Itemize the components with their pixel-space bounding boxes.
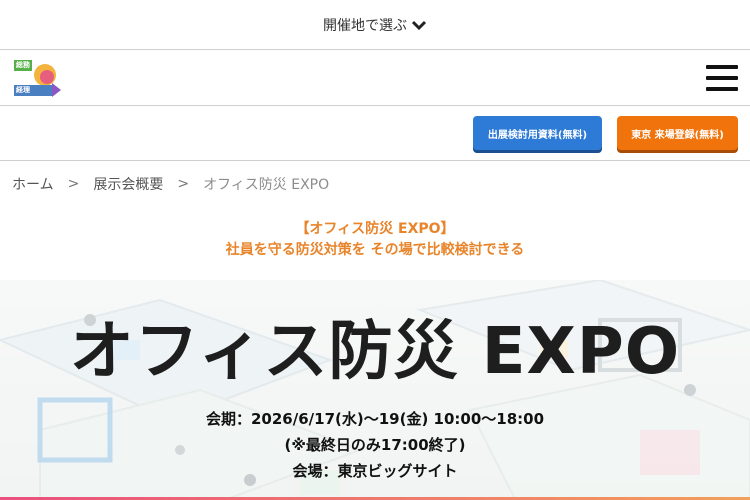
event-info: 会期：2026/6/17(水)～19(金) 10:00～18:00 (※最終日の… (0, 406, 750, 484)
logo-circle-accent (40, 69, 54, 84)
hamburger-menu-icon[interactable] (706, 64, 738, 91)
breadcrumb-separator: > (67, 176, 80, 192)
site-logo[interactable]: 総務 経理Week (14, 58, 64, 105)
event-period: 会期：2026/6/17(水)～19(金) 10:00～18:00 (205, 410, 545, 428)
venue-selector-label: 開催地で選ぶ (323, 17, 407, 34)
event-venue: 会場：東京ビッグサイト (292, 462, 458, 480)
cta-bar: 出展検討用資料(無料) 東京 来場登録(無料) (0, 106, 750, 161)
breadcrumb: ホーム > 展示会概要 > オフィス防災 EXPO (0, 161, 750, 207)
hero-title: オフィス防災 EXPO (69, 315, 681, 389)
request-materials-button[interactable]: 出展検討用資料(無料) (473, 116, 602, 150)
site-header: 総務 経理Week (0, 50, 750, 106)
event-note: (※最終日のみ17:00終了) (284, 436, 466, 454)
chevron-down-icon (411, 20, 427, 30)
hero-banner: オフィス防災 EXPO 会期：2026/6/17(水)～19(金) 10:00～… (0, 280, 750, 500)
tagline-subtitle: 社員を守る防災対策を その場で比較検討できる (225, 242, 525, 258)
tagline-title: 【オフィス防災 EXPO】 (295, 221, 455, 237)
breadcrumb-home-link[interactable]: ホーム (12, 174, 54, 194)
logo-text-keiri: 経理Week (14, 84, 52, 105)
logo-triangle-shape (52, 82, 61, 97)
register-visit-button[interactable]: 東京 来場登録(無料) (617, 116, 738, 150)
logo-text-soumu: 総務 (14, 59, 32, 71)
breadcrumb-overview-link[interactable]: 展示会概要 (93, 174, 163, 194)
venue-selector[interactable]: 開催地で選ぶ (0, 0, 750, 50)
breadcrumb-current: オフィス防災 EXPO (203, 177, 330, 193)
breadcrumb-separator: > (177, 176, 190, 192)
expo-tagline: 【オフィス防災 EXPO】 社員を守る防災対策を その場で比較検討できる (0, 207, 750, 280)
